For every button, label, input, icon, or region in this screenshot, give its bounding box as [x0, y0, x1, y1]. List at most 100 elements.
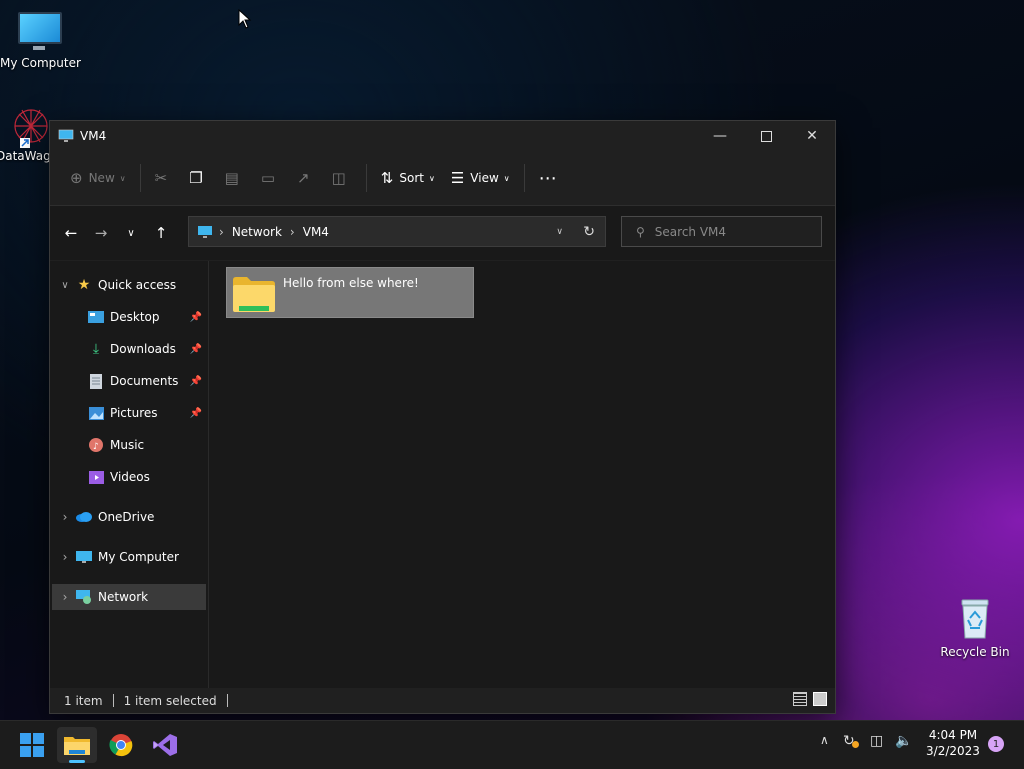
nav-label: Downloads [110, 342, 176, 356]
clock-time: 4:04 PM [928, 728, 978, 742]
delete-button[interactable]: ◫ [324, 161, 360, 195]
trash-icon: ◫ [331, 169, 346, 187]
svg-text:♪: ♪ [93, 442, 99, 452]
folder-tile[interactable]: Hello from else where! [226, 267, 474, 318]
network-tray-icon[interactable]: ◫ [870, 733, 883, 749]
share-button[interactable]: ↗ [289, 161, 324, 195]
monitor-icon [197, 224, 213, 240]
desktop-icon-my-computer[interactable]: My Computer [0, 12, 81, 70]
taskbar-chrome[interactable] [101, 727, 141, 763]
desktop-icon-recycle-bin[interactable]: Recycle Bin [935, 598, 1015, 659]
address-dropdown-button[interactable]: ∨ [556, 227, 563, 237]
notification-badge[interactable]: 1 [988, 736, 1004, 752]
folder-name: Hello from else where! [283, 276, 419, 290]
nav-label: Documents [110, 374, 179, 388]
music-note-icon: ♪ [88, 437, 104, 453]
nav-network[interactable]: › Network [52, 584, 206, 610]
breadcrumb-network[interactable]: Network [232, 225, 282, 239]
nav-onedrive[interactable]: › OneDrive [52, 504, 206, 530]
taskbar-visual-studio[interactable] [145, 727, 185, 763]
breadcrumb-vm4[interactable]: VM4 [303, 225, 329, 239]
nav-item-desktop[interactable]: Desktop 📌 [52, 304, 206, 330]
folder-icon [64, 737, 90, 755]
view-label: View [470, 171, 499, 185]
view-list-icon: ☰ [450, 169, 465, 187]
maximize-icon [760, 130, 772, 142]
breadcrumb-separator-icon: › [219, 224, 224, 239]
clock[interactable]: 4:04 PM 3/2/2023 [922, 727, 984, 759]
view-button[interactable]: ☰ View ∨ [443, 161, 518, 195]
selection-count: 1 item selected [123, 693, 217, 708]
clipboard-icon: ▤ [224, 169, 239, 187]
show-hidden-icons-button[interactable]: ∧ [820, 733, 829, 747]
nav-item-pictures[interactable]: Pictures 📌 [52, 400, 206, 426]
desktop-folder-icon [88, 309, 104, 325]
minimize-button[interactable]: — [697, 121, 743, 151]
nav-label: My Computer [98, 550, 179, 564]
search-box[interactable]: ⚲ Search VM4 [621, 216, 822, 247]
details-view-button[interactable] [793, 692, 807, 706]
paste-button[interactable]: ▤ [217, 161, 253, 195]
taskbar: ∧ ↻ ◫ 🔈 4:04 PM 3/2/2023 [0, 720, 1024, 769]
close-button[interactable]: ✕ [789, 121, 835, 151]
separator [365, 164, 367, 192]
nav-label: OneDrive [98, 510, 155, 524]
new-button[interactable]: ⊕ New ∨ [62, 161, 134, 195]
nav-item-downloads[interactable]: ⤓ Downloads 📌 [52, 336, 206, 362]
nav-label: Network [98, 590, 149, 604]
visual-studio-icon [153, 734, 177, 756]
file-list: Hello from else where! [210, 261, 835, 688]
pin-icon[interactable]: 📌 [190, 344, 202, 355]
file-explorer-window: VM4 — ✕ ⊕ New ∨ ✂ ❐ ▤ ▭ ↗ ◫ ⇅ Sort ∨ ☰ V… [49, 120, 836, 714]
up-button[interactable]: ↑ [146, 224, 176, 242]
start-button[interactable] [12, 727, 52, 763]
nav-item-music[interactable]: ♪ Music [52, 432, 206, 458]
more-options-button[interactable]: ⋯ [531, 161, 572, 195]
copy-button[interactable]: ❐ [181, 161, 216, 195]
address-bar[interactable]: › Network › VM4 ∨ ↻ [188, 216, 606, 247]
volume-icon[interactable]: 🔈 [895, 733, 912, 749]
pin-icon[interactable]: 📌 [190, 376, 202, 387]
forward-button[interactable]: → [86, 224, 116, 242]
chevron-down-icon: ∨ [127, 227, 135, 239]
chevron-right-icon: › [62, 550, 68, 564]
desktop-icon-datawag[interactable]: DataWag [0, 104, 56, 163]
share-icon: ↗ [297, 169, 310, 187]
sync-status-icon[interactable]: ↻ [843, 733, 859, 749]
navigation-pane: ∨ ★ Quick access Desktop 📌 ⤓ Downloads 📌… [50, 261, 209, 688]
tiles-view-button[interactable] [813, 692, 827, 706]
mouse-cursor-icon [238, 9, 252, 29]
chevron-down-icon: ∨ [503, 173, 510, 183]
star-icon: ★ [77, 277, 91, 293]
nav-item-videos[interactable]: Videos [52, 464, 206, 490]
rename-button[interactable]: ▭ [253, 161, 289, 195]
clock-date: 3/2/2023 [926, 744, 980, 758]
warning-dot [852, 741, 859, 748]
pin-icon[interactable]: 📌 [190, 408, 202, 419]
status-bar: 1 item 1 item selected [50, 688, 835, 713]
recent-locations-button[interactable]: ∨ [116, 228, 146, 239]
monitor-icon [18, 12, 62, 50]
nav-item-documents[interactable]: Documents 📌 [52, 368, 206, 394]
chevron-right-icon: › [62, 590, 68, 604]
chevron-down-icon: ∨ [428, 173, 435, 183]
nav-my-computer[interactable]: › My Computer [52, 544, 206, 570]
nav-quick-access[interactable]: ∨ ★ Quick access [52, 272, 206, 298]
active-indicator [69, 760, 85, 763]
datawag-icon [14, 109, 48, 148]
maximize-button[interactable] [743, 121, 789, 151]
refresh-button[interactable]: ↻ [583, 224, 595, 240]
sort-button[interactable]: ⇅ Sort ∨ [373, 161, 443, 195]
separator [226, 694, 228, 707]
cloud-icon [76, 509, 92, 525]
taskbar-file-explorer[interactable] [57, 727, 97, 763]
folder-icon [233, 277, 275, 312]
back-button[interactable]: ← [56, 224, 86, 242]
desktop-icon-label: Recycle Bin [940, 645, 1010, 659]
scissors-icon: ✂ [154, 169, 168, 187]
arrow-up-icon: ↑ [154, 224, 168, 242]
cut-button[interactable]: ✂ [147, 161, 182, 195]
item-count: 1 item [64, 693, 103, 708]
arrow-right-icon: → [94, 224, 108, 242]
pin-icon[interactable]: 📌 [190, 312, 202, 323]
